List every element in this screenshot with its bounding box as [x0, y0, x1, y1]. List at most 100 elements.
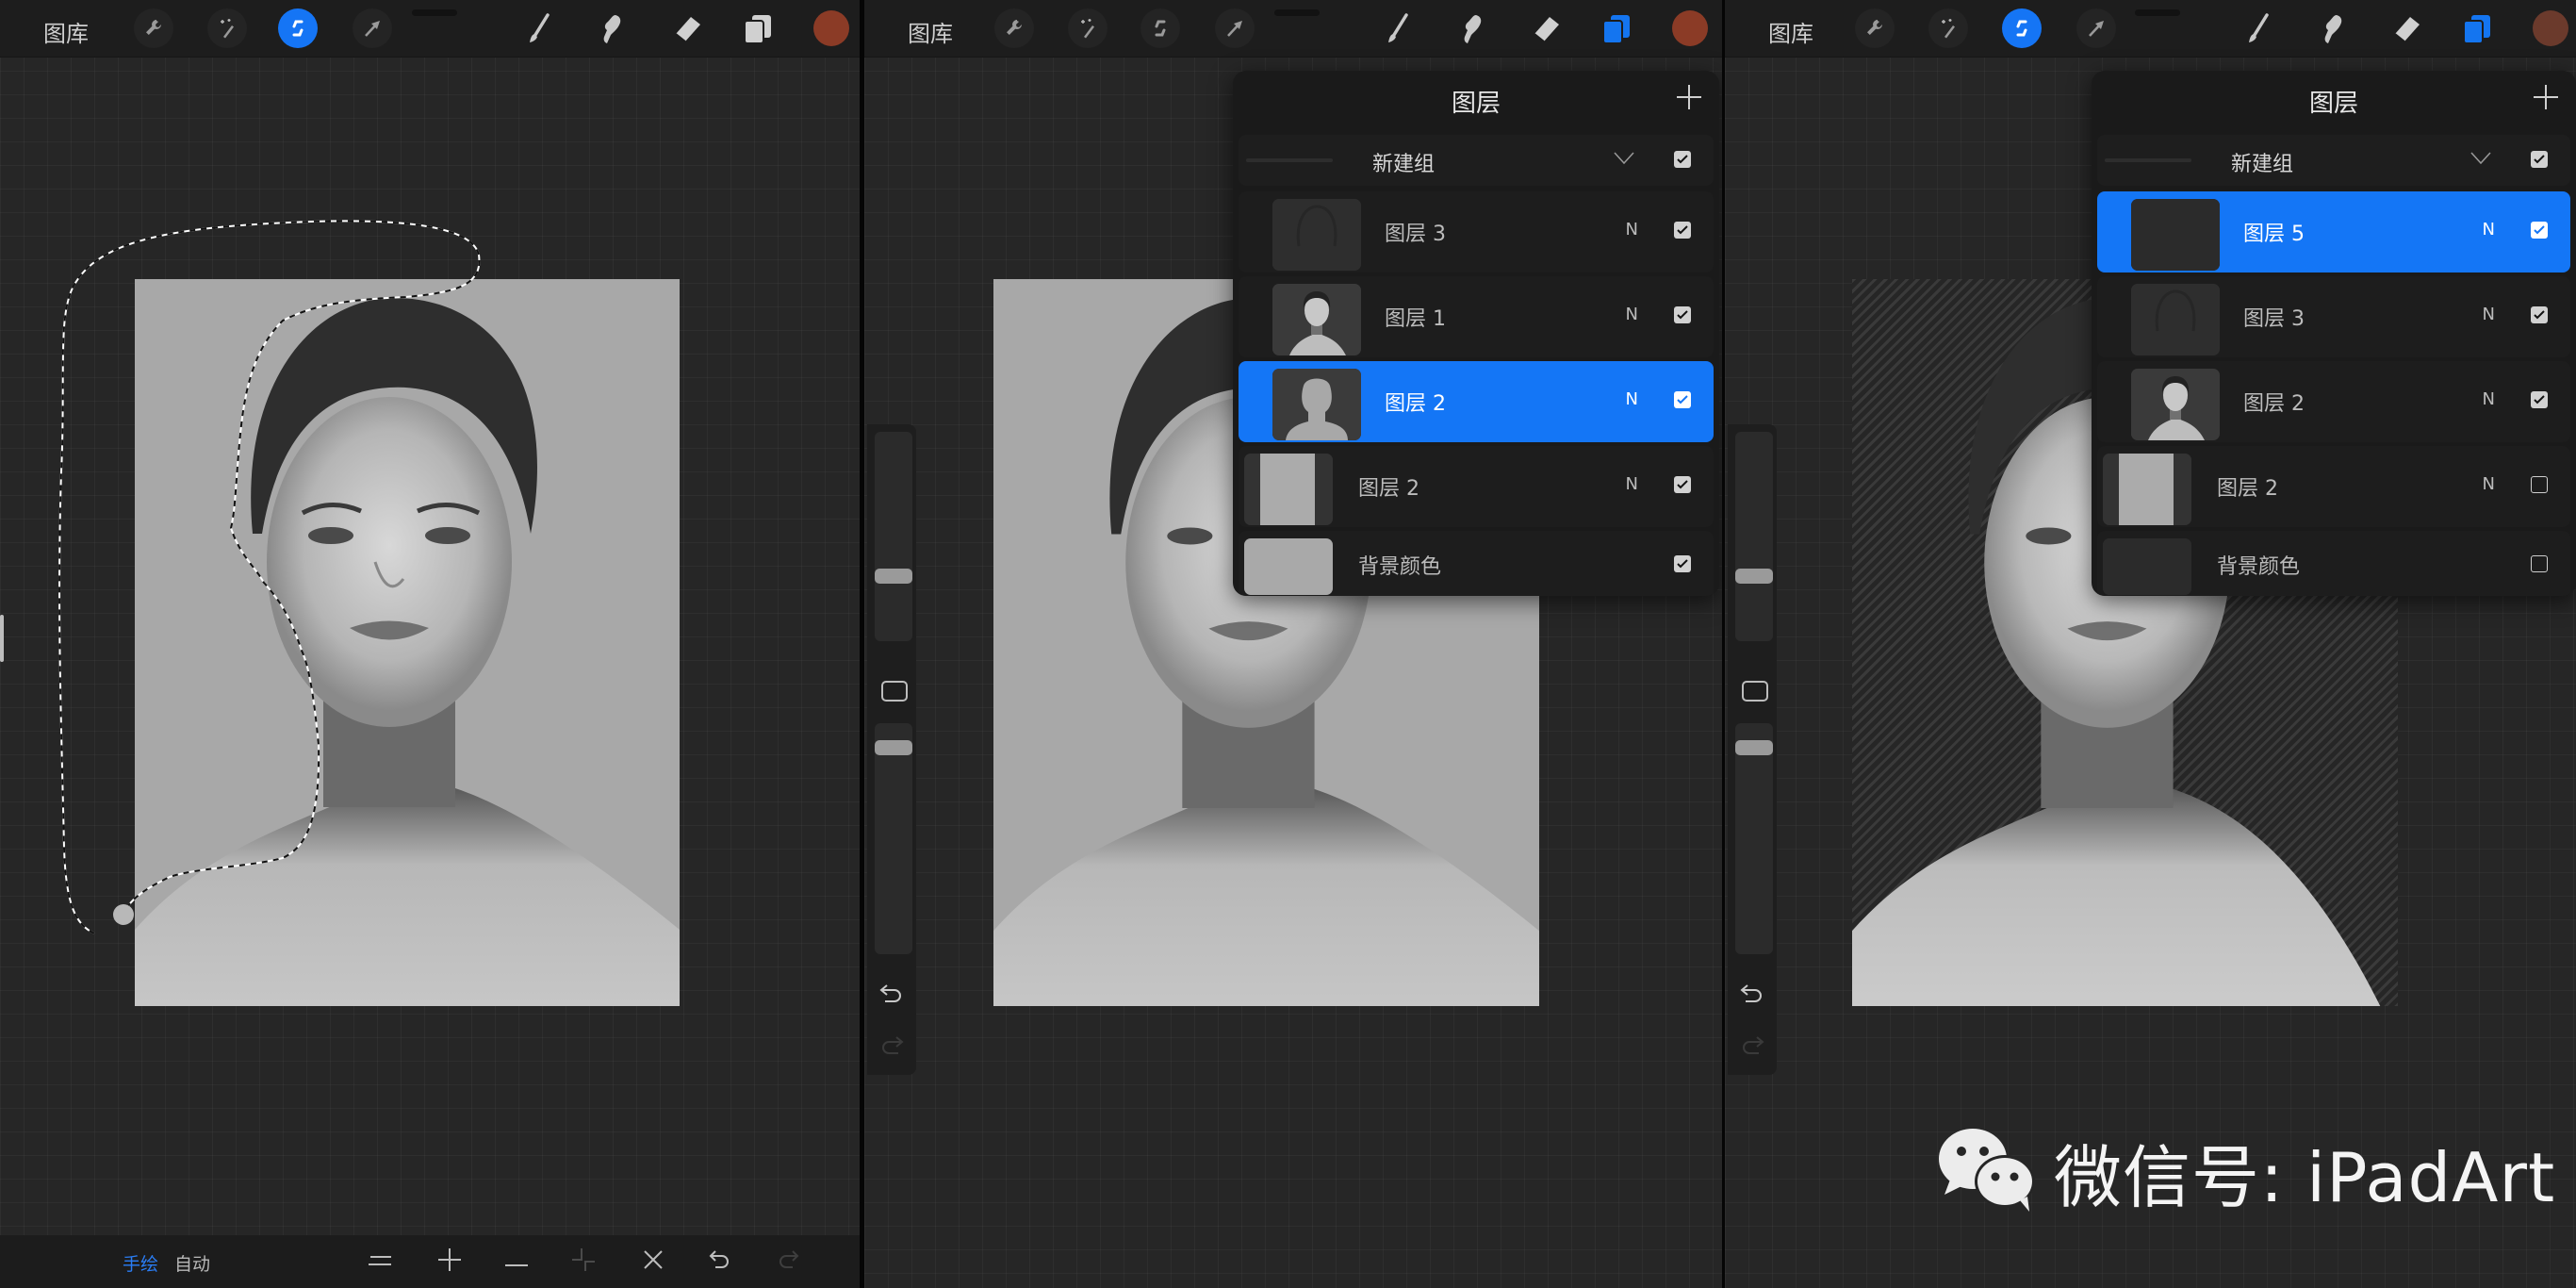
- blend-mode-button[interactable]: N: [1626, 389, 1638, 409]
- brush-size-thumb[interactable]: [875, 569, 912, 584]
- chevron-down-icon[interactable]: [1614, 151, 1634, 165]
- transform-button[interactable]: [2076, 8, 2116, 48]
- toolbar-handle[interactable]: [2135, 9, 2180, 16]
- opacity-thumb[interactable]: [1735, 740, 1773, 755]
- blend-mode-button[interactable]: N: [2483, 305, 2495, 324]
- lasso-selection-path[interactable]: [0, 0, 860, 1226]
- layer-visibility-checkbox[interactable]: [2531, 391, 2548, 408]
- add-layer-button[interactable]: [2533, 84, 2559, 110]
- opacity-thumb[interactable]: [875, 740, 912, 755]
- brush-size-slider[interactable]: [875, 432, 912, 641]
- layer-thumbnail[interactable]: [1244, 454, 1333, 525]
- layer-row[interactable]: 图层 2 N: [1239, 361, 1714, 442]
- undo-button[interactable]: [878, 983, 905, 1004]
- layers-button[interactable]: [1598, 10, 1635, 48]
- layer-row[interactable]: 图层 5 N: [2097, 191, 2570, 272]
- selection-button[interactable]: [1140, 8, 1180, 48]
- brush-button[interactable]: [2240, 10, 2277, 48]
- layer-visibility-checkbox[interactable]: [1674, 391, 1691, 408]
- blend-mode-button[interactable]: N: [2483, 389, 2495, 409]
- layers-panel: 图层 新建组 图层 5 N 图层 3 N 图层 2 N 图层 2 N 背景颜色: [2092, 71, 2576, 596]
- modify-button[interactable]: [881, 681, 908, 702]
- redo-button[interactable]: [1739, 1035, 1765, 1056]
- blend-mode-button[interactable]: N: [1626, 220, 1638, 239]
- layer-visibility-checkbox[interactable]: [1674, 555, 1691, 572]
- lasso-start-point[interactable]: [113, 904, 134, 925]
- redo-button[interactable]: [878, 1035, 905, 1056]
- layer-visibility-checkbox[interactable]: [2531, 222, 2548, 239]
- add-layer-button[interactable]: [1676, 84, 1702, 110]
- layer-thumbnail[interactable]: [2131, 199, 2220, 271]
- brush-button[interactable]: [1379, 10, 1417, 48]
- blend-mode-button[interactable]: N: [1626, 305, 1638, 324]
- blend-mode-button[interactable]: N: [1626, 474, 1638, 494]
- layer-row[interactable]: 背景颜色: [1239, 531, 1714, 596]
- chevron-down-icon[interactable]: [2470, 151, 2491, 165]
- layer-row[interactable]: 图层 2 N: [2097, 361, 2570, 442]
- undo-icon: [1739, 984, 1765, 1008]
- blend-mode-button[interactable]: N: [2483, 474, 2495, 494]
- color-swatch-button[interactable]: [1672, 10, 1708, 46]
- brush-size-thumb[interactable]: [1735, 569, 1773, 584]
- clear-selection-button[interactable]: [638, 1247, 668, 1277]
- layer-thumbnail[interactable]: [2103, 454, 2191, 525]
- adjustments-button[interactable]: [1928, 8, 1968, 48]
- adjustments-button[interactable]: [1068, 8, 1108, 48]
- layer-thumbnail[interactable]: [2131, 284, 2220, 355]
- eraser-button[interactable]: [2387, 10, 2424, 48]
- layer-group-row[interactable]: 新建组: [1239, 135, 1714, 186]
- layer-thumbnail[interactable]: [2131, 369, 2220, 440]
- layer-visibility-checkbox[interactable]: [1674, 306, 1691, 323]
- layer-visibility-checkbox[interactable]: [2531, 306, 2548, 323]
- smudge-button[interactable]: [1452, 10, 1490, 48]
- add-selection-button[interactable]: [435, 1247, 465, 1277]
- layer-visibility-checkbox[interactable]: [1674, 222, 1691, 239]
- actions-button[interactable]: [994, 8, 1034, 48]
- toolbar-handle[interactable]: [1274, 9, 1320, 16]
- layer-row[interactable]: 图层 2 N: [2097, 446, 2570, 527]
- layer-visibility-checkbox[interactable]: [2531, 476, 2548, 493]
- layer-row[interactable]: 图层 3 N: [1239, 191, 1714, 272]
- eraser-button[interactable]: [1526, 10, 1564, 48]
- layer-row[interactable]: 图层 2 N: [1239, 446, 1714, 527]
- checkmark-icon: [1677, 310, 1688, 320]
- blend-mode-button[interactable]: N: [2483, 220, 2495, 239]
- layer-thumbnail[interactable]: [1272, 369, 1361, 440]
- layer-thumbnail[interactable]: [1272, 284, 1361, 355]
- layer-thumbnail[interactable]: [1244, 538, 1333, 595]
- subtract-icon: [503, 1253, 530, 1271]
- gallery-button[interactable]: 图库: [908, 15, 953, 48]
- layer-thumbnail[interactable]: [1272, 199, 1361, 271]
- subtract-selection-button[interactable]: [501, 1247, 532, 1277]
- opacity-slider[interactable]: [875, 723, 912, 954]
- transform-button[interactable]: [1215, 8, 1255, 48]
- layer-visibility-checkbox[interactable]: [1674, 476, 1691, 493]
- freehand-mode-button[interactable]: 手绘: [123, 1250, 158, 1276]
- selection-button[interactable]: [2002, 8, 2042, 48]
- layer-thumbnail[interactable]: [2103, 538, 2191, 595]
- panel-layers-background: 图库 图层 新建组 图层 5 N 图层 3 N 图层 2 N 图层 2 N 背景…: [1725, 0, 2576, 1288]
- group-visibility-checkbox[interactable]: [2531, 151, 2548, 168]
- layer-group-row[interactable]: 新建组: [2097, 135, 2570, 186]
- group-visibility-checkbox[interactable]: [1674, 151, 1691, 168]
- selection-redo-button[interactable]: [773, 1247, 803, 1277]
- actions-button[interactable]: [1855, 8, 1895, 48]
- undo-button[interactable]: [1739, 983, 1765, 1004]
- feather-button[interactable]: [366, 1247, 396, 1277]
- layer-row[interactable]: 图层 3 N: [2097, 276, 2570, 357]
- gallery-button[interactable]: 图库: [1768, 15, 1813, 48]
- modify-button[interactable]: [1742, 681, 1768, 702]
- layer-row[interactable]: 背景颜色: [2097, 531, 2570, 596]
- smudge-button[interactable]: [2313, 10, 2351, 48]
- auto-mode-button[interactable]: 自动: [174, 1250, 210, 1276]
- layer-row[interactable]: 图层 1 N: [1239, 276, 1714, 357]
- brush-size-slider[interactable]: [1735, 432, 1773, 641]
- layers-button[interactable]: [2458, 10, 2496, 48]
- redo-icon: [776, 1247, 800, 1276]
- color-swatch-button[interactable]: [2533, 10, 2568, 46]
- selection-undo-button[interactable]: [705, 1247, 735, 1277]
- invert-selection-button[interactable]: [568, 1247, 599, 1277]
- opacity-slider[interactable]: [1735, 723, 1773, 954]
- layer-visibility-checkbox[interactable]: [2531, 555, 2548, 572]
- undo-icon: [878, 984, 905, 1008]
